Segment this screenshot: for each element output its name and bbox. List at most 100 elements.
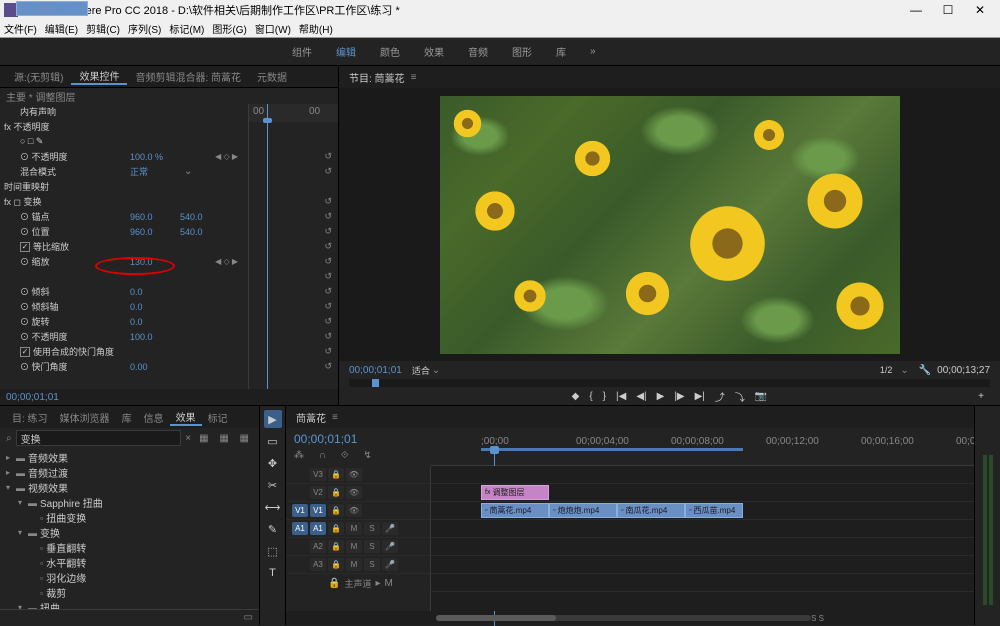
workspace-tab[interactable]: 库 [544, 44, 578, 59]
track-lane[interactable]: fx调整图层 [431, 484, 974, 502]
source-tab[interactable]: 效果控件 [71, 68, 127, 85]
effect-filter-icons[interactable]: ▦ ▦ ▦ [199, 433, 253, 444]
project-tab[interactable]: 信息 [138, 410, 170, 425]
panel-menu-icon[interactable]: ≡ [411, 72, 417, 83]
timeline-option-icons[interactable]: ⁂ ∩ ⟐ ↯ [294, 450, 423, 461]
fx-clip-link[interactable]: 茼蒿花 * 调整图层 [16, 1, 88, 16]
scrub-playhead[interactable] [372, 379, 379, 387]
tree-folder[interactable]: ▾▬变换 [0, 525, 259, 540]
solo-icon[interactable]: S [364, 522, 380, 535]
property-value[interactable]: 100.0 [130, 332, 180, 342]
play-icon[interactable]: ▶ [657, 391, 665, 402]
menu-item[interactable]: 帮助(H) [299, 21, 333, 36]
tool-button[interactable]: ▶ [264, 410, 282, 428]
track-target[interactable]: V3 [310, 468, 326, 481]
property-value[interactable]: 540.0 [180, 212, 203, 222]
track-content[interactable]: fx调整图层▫茼蒿花.mp4▫炮炮炮.mp4▫南瓜花.mp4▫西瓜苗.mp4 [431, 466, 974, 611]
lock-icon[interactable]: 🔒 [328, 486, 344, 499]
toggle-output[interactable]: 👁 [346, 468, 362, 481]
maximize-button[interactable]: ☐ [938, 3, 958, 17]
property-value[interactable]: 960.0 [130, 227, 180, 237]
lock-icon[interactable]: 🔒 [328, 558, 344, 571]
close-button[interactable]: ✕ [970, 3, 990, 17]
panel-menu-icon[interactable]: ≡ [332, 412, 338, 423]
tool-button[interactable]: ✥ [264, 454, 282, 472]
clear-search-icon[interactable]: × [185, 433, 191, 444]
track-lane[interactable]: ▫茼蒿花.mp4▫炮炮炮.mp4▫南瓜花.mp4▫西瓜苗.mp4 [431, 502, 974, 520]
add-button-icon[interactable]: + [978, 391, 984, 402]
keyframe-nav[interactable]: ◀ ◇ ▶ [215, 152, 238, 161]
track-lane[interactable] [431, 556, 974, 574]
step-fwd-icon[interactable]: |▶ [674, 391, 684, 402]
workspace-tab[interactable]: 效果 [412, 44, 456, 59]
timeline-clip[interactable]: ▫西瓜苗.mp4 [685, 503, 743, 518]
mute-icon[interactable]: M [346, 558, 362, 571]
property-value[interactable]: 540.0 [180, 227, 203, 237]
toggle-output[interactable]: 👁 [346, 486, 362, 499]
track-lane[interactable] [431, 520, 974, 538]
zoom-handle[interactable] [436, 615, 556, 621]
track-target[interactable]: A1 [310, 522, 326, 535]
wrench-icon[interactable]: 🔧 [919, 365, 931, 376]
menu-item[interactable]: 文件(F) [4, 21, 37, 36]
solo-icon[interactable]: S [364, 558, 380, 571]
timeline-clip[interactable]: ▫南瓜花.mp4 [617, 503, 685, 518]
property-value[interactable]: 0.0 [130, 287, 180, 297]
mute-icon[interactable]: M [346, 540, 362, 553]
tree-effect[interactable]: ▫扭曲变换 [0, 510, 259, 525]
project-tab[interactable]: 效果 [170, 409, 202, 426]
fx-playhead[interactable] [267, 104, 268, 389]
property-value[interactable]: 100.0 % [130, 152, 180, 162]
sequence-name[interactable]: 茼蒿花 [296, 410, 326, 425]
workspace-tab[interactable]: 编辑 [324, 44, 368, 59]
menu-item[interactable]: 序列(S) [128, 21, 161, 36]
audio-track-header[interactable]: A3🔒MS🎤 [286, 556, 430, 574]
fx-timecode[interactable]: 00;00;01;01 [0, 389, 338, 405]
tree-folder[interactable]: ▸▬音频效果 [0, 450, 259, 465]
voice-icon[interactable]: 🎤 [382, 540, 398, 553]
work-area-bar[interactable] [481, 448, 743, 451]
tool-button[interactable]: T [264, 564, 282, 582]
tree-effect[interactable]: ▫水平翻转 [0, 555, 259, 570]
track-lane[interactable] [431, 538, 974, 556]
workspace-tab[interactable]: 音频 [456, 44, 500, 59]
workspace-tab[interactable]: 图形 [500, 44, 544, 59]
project-tab[interactable]: 标记 [202, 410, 234, 425]
timeline-ruler[interactable]: ;00;0000;00;04;0000;00;08;0000;00;12;000… [431, 428, 974, 466]
new-bin-icon[interactable]: ▭ [244, 612, 253, 623]
timeline-zoom-bar[interactable] [436, 615, 811, 621]
tree-effect[interactable]: ▫裁剪 [0, 585, 259, 600]
project-tab[interactable]: 目: 练习 [6, 410, 54, 425]
tool-button[interactable]: ⟷ [264, 498, 282, 516]
menu-item[interactable]: 编辑(E) [45, 21, 78, 36]
keyframe-nav[interactable]: ◀ ◇ ▶ [215, 257, 238, 266]
solo-icon[interactable]: S [364, 540, 380, 553]
source-patch[interactable]: A1 [292, 522, 308, 535]
tree-folder[interactable]: ▸▬音频过渡 [0, 465, 259, 480]
lock-icon[interactable]: 🔒 [328, 468, 344, 481]
audio-track-header[interactable]: A1A1🔒MS🎤 [286, 520, 430, 538]
tool-button[interactable]: ✂ [264, 476, 282, 494]
tool-button[interactable]: ⬚ [264, 542, 282, 560]
zoom-dropdown[interactable]: 1/2 [880, 365, 893, 375]
track-target[interactable]: A3 [310, 558, 326, 571]
tree-effect[interactable]: ▫垂直翻转 [0, 540, 259, 555]
mark-out-icon[interactable]: } [603, 391, 606, 402]
workspace-tab[interactable]: 颜色 [368, 44, 412, 59]
mark-in-icon[interactable]: { [589, 391, 592, 402]
source-tab[interactable]: 元数据 [249, 69, 295, 84]
workspace-tab[interactable]: 组件 [280, 44, 324, 59]
menu-item[interactable]: 标记(M) [169, 21, 204, 36]
go-out-icon[interactable]: ▶| [695, 391, 705, 402]
tool-button[interactable]: ✎ [264, 520, 282, 538]
lock-icon[interactable]: 🔒 [328, 522, 344, 535]
lift-icon[interactable]: ⤴ [715, 389, 725, 404]
go-in-icon[interactable]: |◀ [616, 391, 626, 402]
fx-mini-timeline[interactable]: 00 00 [248, 104, 338, 389]
lock-icon[interactable]: 🔒 [328, 540, 344, 553]
track-lane[interactable] [431, 574, 974, 592]
tree-effect[interactable]: ▫羽化边缘 [0, 570, 259, 585]
timeline-clip[interactable]: ▫炮炮炮.mp4 [549, 503, 617, 518]
video-track-header[interactable]: V2🔒👁 [286, 484, 430, 502]
video-track-header[interactable]: V1V1🔒👁 [286, 502, 430, 520]
